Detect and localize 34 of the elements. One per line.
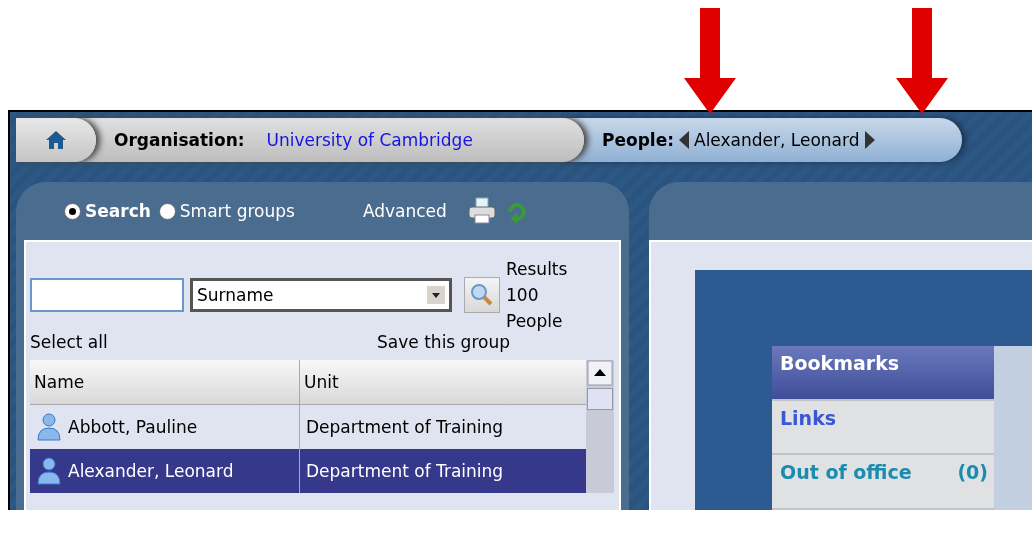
select-all-link[interactable]: Select all — [30, 332, 108, 352]
mode-radio[interactable]: Smart groups — [158, 201, 295, 221]
results-count: Results 100 People — [506, 258, 569, 333]
organisation-link[interactable]: University of Cambridge — [266, 130, 473, 150]
menu-item[interactable]: Links — [772, 400, 994, 456]
scroll-thumb[interactable] — [587, 388, 613, 410]
column-header[interactable]: Unit — [300, 360, 586, 404]
printer-icon[interactable] — [466, 197, 497, 225]
unit-name: Department of Training — [306, 461, 504, 481]
person-name: Alexander, Leonard — [694, 130, 860, 150]
person-icon — [36, 456, 62, 486]
next-icon[interactable] — [863, 130, 876, 150]
field-dropdown[interactable]: Surname — [190, 278, 452, 312]
scrollbar[interactable] — [586, 360, 614, 493]
scroll-up-icon[interactable] — [587, 360, 613, 386]
people-label: People: — [602, 130, 674, 150]
search-icon — [470, 283, 494, 307]
search-button[interactable] — [464, 277, 500, 313]
home-button[interactable] — [16, 118, 96, 162]
mode-radio[interactable]: Search — [64, 201, 151, 221]
previous-icon[interactable] — [678, 130, 690, 150]
person-name: Alexander, Leonard — [68, 461, 234, 481]
column-header[interactable]: Name — [30, 360, 300, 404]
advanced-link[interactable]: Advanced — [362, 201, 447, 221]
person-icon — [36, 412, 62, 442]
organisation-label: Organisation: — [114, 130, 245, 150]
unit-name: Department of Training — [306, 417, 504, 437]
person-name: Abbott, Pauline — [68, 417, 198, 437]
save-group-link[interactable]: Save this group — [377, 332, 510, 352]
table-row[interactable]: Alexander, Leonard Department of Training — [30, 449, 586, 493]
search-field[interactable] — [30, 278, 184, 312]
bookmarks-header: Bookmarks — [772, 346, 994, 401]
home-icon — [45, 130, 67, 150]
dropdown-caret-icon — [427, 286, 445, 304]
